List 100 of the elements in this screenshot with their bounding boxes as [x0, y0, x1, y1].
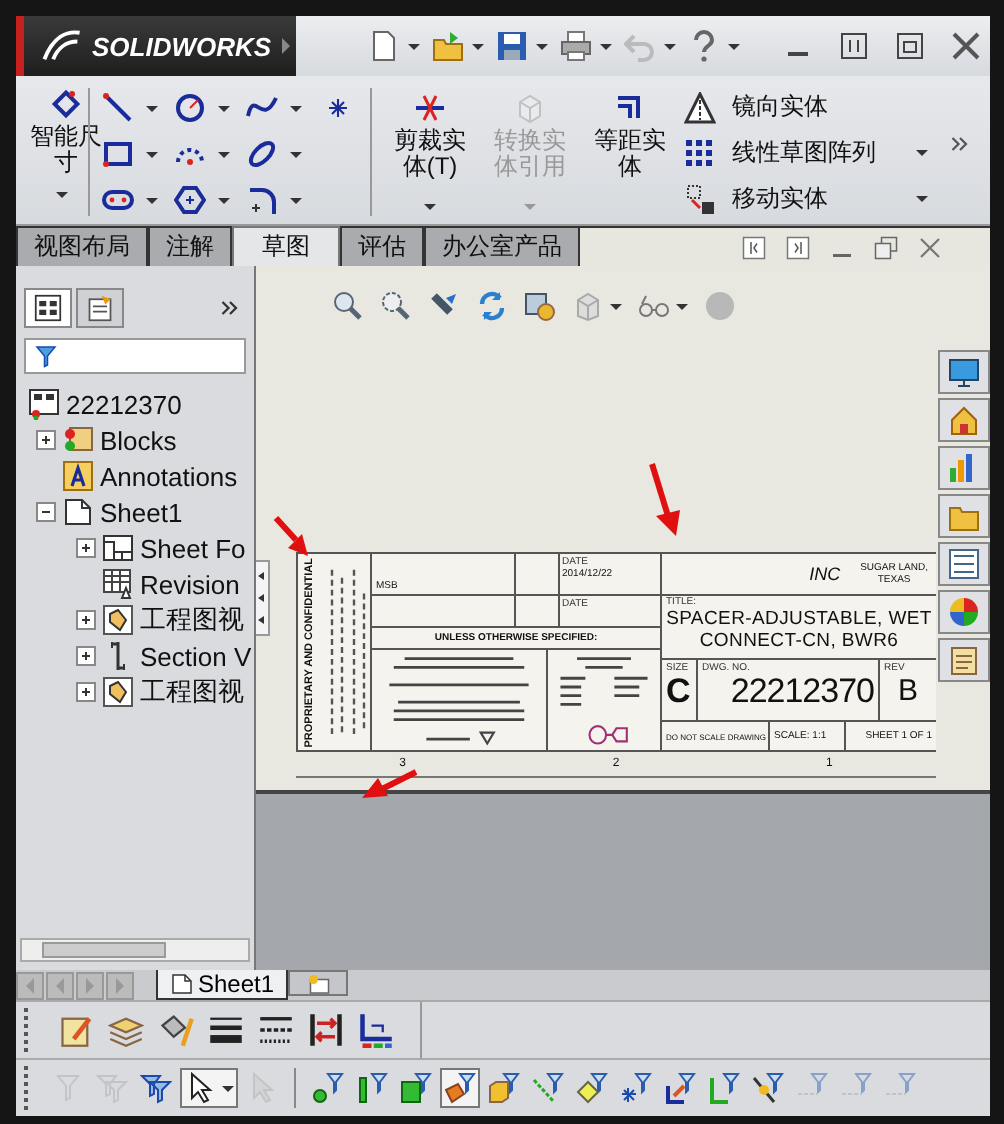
monitor-icon	[948, 356, 980, 388]
expander-icon[interactable]	[36, 502, 56, 522]
caret-icon[interactable]	[56, 192, 68, 198]
tool-button[interactable]: 镜向实体	[684, 90, 932, 124]
caret-icon[interactable]	[290, 197, 302, 203]
caret-icon[interactable]	[728, 43, 740, 49]
tool-button[interactable]: 线性草图阵列	[684, 136, 932, 170]
caret-icon[interactable]	[600, 43, 612, 49]
save-icon[interactable]	[496, 30, 528, 62]
drawing-number: 22212370	[730, 674, 874, 710]
maximize-icon[interactable]	[894, 30, 926, 62]
tree-item[interactable]: Revision	[140, 569, 240, 599]
color-layers-icon[interactable]	[358, 1012, 394, 1048]
caret-icon[interactable]	[218, 151, 230, 157]
filter-button[interactable]	[660, 1068, 700, 1108]
glasses-icon[interactable]	[637, 290, 669, 322]
caret-icon[interactable]	[290, 105, 302, 111]
caret-icon[interactable]	[146, 151, 158, 157]
sheet-tab[interactable]: Sheet1	[156, 970, 289, 1000]
swap-icon[interactable]	[308, 1012, 344, 1048]
printer-icon[interactable]	[560, 30, 592, 62]
point-icon[interactable]	[326, 96, 350, 120]
caret-icon[interactable]	[146, 105, 158, 111]
tree-item[interactable]: Sheet Fo	[140, 533, 246, 563]
expander-icon[interactable]	[36, 430, 56, 450]
tool-button[interactable]: 移动实体	[684, 182, 932, 216]
tree-item[interactable]: Sheet1	[100, 497, 183, 527]
task-pane-tab[interactable]	[938, 494, 990, 538]
caret-icon[interactable]	[472, 43, 484, 49]
add-sheet-button[interactable]	[288, 970, 349, 996]
caret-icon[interactable]	[146, 197, 158, 203]
line-icon[interactable]	[102, 92, 134, 124]
tree-item[interactable]: Section V	[140, 641, 252, 671]
caret-icon[interactable]	[536, 43, 548, 49]
new-document-icon[interactable]	[368, 30, 400, 62]
filter-field[interactable]	[24, 338, 246, 374]
slot-icon[interactable]	[102, 184, 134, 216]
paint-icon[interactable]	[158, 1012, 194, 1048]
caret-icon[interactable]	[218, 197, 230, 203]
scrollbar[interactable]	[20, 938, 250, 962]
ribbon-tab[interactable]: 视图布局	[16, 226, 148, 266]
refresh-icon[interactable]	[475, 290, 507, 322]
circle-icon[interactable]	[174, 92, 206, 124]
task-pane-tab[interactable]	[938, 638, 990, 682]
task-pane-tab[interactable]	[938, 350, 990, 394]
caret-icon[interactable]	[664, 43, 676, 49]
task-pane-tab[interactable]	[938, 542, 990, 586]
caret-icon[interactable]	[609, 303, 621, 309]
caret-icon[interactable]	[218, 105, 230, 111]
collapse-handle[interactable]	[256, 560, 270, 636]
chevron-icon[interactable]	[218, 296, 242, 320]
next-window-icon[interactable]	[786, 235, 810, 259]
filter-button[interactable]	[440, 1068, 480, 1108]
fillet-icon[interactable]	[246, 184, 278, 216]
task-pane-tab[interactable]	[938, 590, 990, 634]
tree-item[interactable]: 工程图视	[140, 674, 244, 710]
feature-tree-tab[interactable]	[24, 288, 72, 328]
surface-filter-icon	[752, 1072, 784, 1104]
caret-icon[interactable]	[408, 43, 420, 49]
chevron-icon[interactable]	[948, 132, 972, 156]
notepad-icon[interactable]	[58, 1012, 94, 1048]
expander-icon[interactable]	[76, 538, 96, 558]
property-tab[interactable]	[76, 288, 124, 328]
expander-icon[interactable]	[76, 682, 96, 702]
filter-button[interactable]	[748, 1068, 788, 1108]
tile-icon[interactable]	[838, 30, 870, 62]
tree-item[interactable]: 22212370	[66, 389, 182, 419]
ribbon-tab[interactable]: 办公室产品	[424, 226, 580, 266]
ribbon-tab[interactable]: 评估	[340, 226, 424, 266]
restore-icon[interactable]	[874, 235, 898, 259]
layers-icon[interactable]	[108, 1012, 144, 1048]
help-icon[interactable]	[688, 30, 720, 62]
expander-icon[interactable]	[76, 610, 96, 630]
ellipse-icon[interactable]	[246, 138, 278, 170]
close-icon[interactable]	[918, 235, 942, 259]
folder-icon[interactable]	[432, 30, 464, 62]
line-style-icon[interactable]	[258, 1012, 294, 1048]
tree-item[interactable]: 工程图视	[140, 602, 244, 638]
tree-item[interactable]: Blocks	[100, 425, 177, 455]
clipboard-icon	[86, 294, 114, 322]
tree-item[interactable]: Annotations	[100, 461, 238, 491]
close-icon[interactable]	[950, 30, 982, 62]
ribbon-tab[interactable]: 草图	[232, 226, 340, 266]
view-settings-icon[interactable]	[523, 290, 555, 322]
zoom-icon[interactable]	[331, 290, 363, 322]
caret-icon[interactable]	[675, 303, 687, 309]
previous-window-icon[interactable]	[742, 235, 766, 259]
filter-button[interactable]	[180, 1068, 238, 1108]
rectangle-icon[interactable]	[102, 138, 134, 170]
caret-icon[interactable]	[290, 151, 302, 157]
task-pane-tab[interactable]	[938, 398, 990, 442]
tool-button[interactable]: 剪裁实体(T)	[390, 84, 470, 216]
expander-icon[interactable]	[76, 646, 96, 666]
caret-icon[interactable]	[222, 1085, 234, 1091]
task-pane-tab[interactable]	[938, 446, 990, 490]
ribbon-tab[interactable]: 注解	[148, 226, 232, 266]
polygon-icon[interactable]	[174, 184, 206, 216]
line-thickness-icon[interactable]	[208, 1012, 244, 1048]
zoom-area-icon[interactable]	[379, 290, 411, 322]
tool-button[interactable]: 等距实体	[590, 84, 670, 216]
